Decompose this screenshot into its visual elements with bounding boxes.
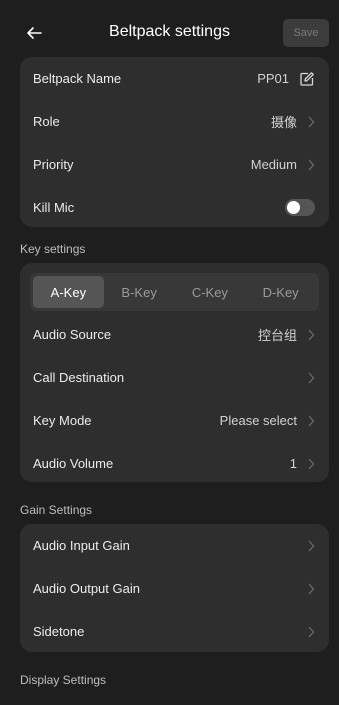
header-bar: Beltpack settings Save xyxy=(0,17,339,49)
priority-row[interactable]: Priority Medium xyxy=(20,143,329,186)
display-settings-title: Display Settings xyxy=(20,673,107,687)
kill-mic-label: Kill Mic xyxy=(33,200,75,215)
audio-volume-value: 1 xyxy=(289,456,297,471)
chevron-right-icon xyxy=(307,415,315,427)
tab-c-key[interactable]: C-Key xyxy=(175,276,246,308)
save-button[interactable]: Save xyxy=(283,19,329,47)
chevron-right-icon xyxy=(307,116,315,128)
gain-settings-card: Audio Input Gain Audio Output Gain Sidet… xyxy=(20,524,329,652)
beltpack-card: Beltpack Name PP01 Role 摄像 Priority Medi… xyxy=(20,57,329,227)
audio-source-label: Audio Source xyxy=(33,327,112,342)
tab-b-key[interactable]: B-Key xyxy=(104,276,175,308)
audio-output-gain-label: Audio Output Gain xyxy=(33,581,140,596)
chevron-right-icon xyxy=(307,372,315,384)
audio-volume-row[interactable]: Audio Volume 1 xyxy=(20,442,329,485)
audio-source-value: 控台组 xyxy=(257,328,297,343)
priority-value: Medium xyxy=(250,157,297,172)
sidetone-label: Sidetone xyxy=(33,624,85,639)
chevron-right-icon xyxy=(307,626,315,638)
key-mode-row[interactable]: Key Mode Please select xyxy=(20,399,329,442)
beltpack-name-row[interactable]: Beltpack Name PP01 xyxy=(20,57,329,100)
kill-mic-row: Kill Mic xyxy=(20,186,329,229)
chevron-right-icon xyxy=(307,583,315,595)
audio-source-row[interactable]: Audio Source 控台组 xyxy=(20,313,329,356)
edit-icon[interactable] xyxy=(299,71,315,87)
gain-settings-title: Gain Settings xyxy=(20,503,93,517)
sidetone-row[interactable]: Sidetone xyxy=(20,610,329,653)
key-settings-card: A-Key B-Key C-Key D-Key Audio Source 控台组… xyxy=(20,263,329,482)
key-settings-title: Key settings xyxy=(20,242,86,256)
key-mode-label: Key Mode xyxy=(33,413,92,428)
priority-label: Priority xyxy=(33,157,74,172)
chevron-right-icon xyxy=(307,159,315,171)
key-tabs: A-Key B-Key C-Key D-Key xyxy=(30,273,319,311)
chevron-right-icon xyxy=(307,458,315,470)
role-value: 摄像 xyxy=(270,115,297,130)
audio-volume-label: Audio Volume xyxy=(33,456,114,471)
kill-mic-toggle[interactable] xyxy=(285,199,315,216)
audio-output-gain-row[interactable]: Audio Output Gain xyxy=(20,567,329,610)
call-destination-label: Call Destination xyxy=(33,370,125,385)
role-label: Role xyxy=(33,114,60,129)
key-mode-value: Please select xyxy=(219,413,297,428)
toggle-knob xyxy=(287,201,300,214)
chevron-right-icon xyxy=(307,540,315,552)
beltpack-name-value: PP01 xyxy=(257,71,289,86)
role-row[interactable]: Role 摄像 xyxy=(20,100,329,143)
tab-a-key[interactable]: A-Key xyxy=(33,276,104,308)
chevron-right-icon xyxy=(307,329,315,341)
audio-input-gain-label: Audio Input Gain xyxy=(33,538,130,553)
tab-d-key[interactable]: D-Key xyxy=(245,276,316,308)
beltpack-name-label: Beltpack Name xyxy=(33,71,122,86)
audio-input-gain-row[interactable]: Audio Input Gain xyxy=(20,524,329,567)
call-destination-row[interactable]: Call Destination xyxy=(20,356,329,399)
